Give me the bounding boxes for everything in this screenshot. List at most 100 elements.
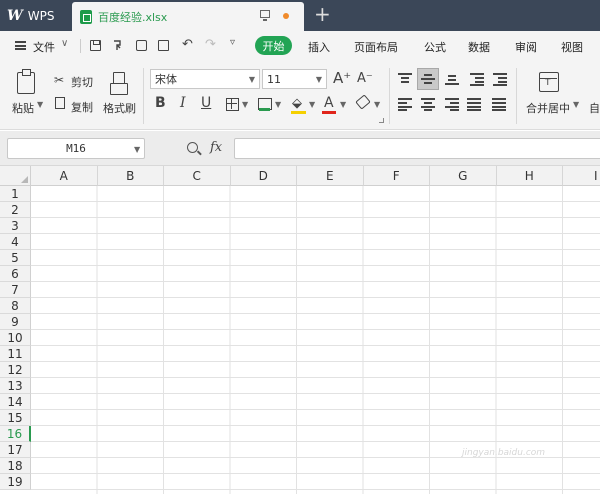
italic-button[interactable]: I xyxy=(180,95,186,111)
format-painter-button[interactable]: 格式刷 xyxy=(103,100,136,116)
font-color-button[interactable]: A xyxy=(324,95,334,111)
align-left-icon[interactable] xyxy=(398,98,412,111)
row-header[interactable]: 7 xyxy=(0,282,31,298)
font-name-select[interactable]: 宋体 ▼ xyxy=(150,69,260,89)
distributed-align-icon[interactable] xyxy=(492,98,506,111)
align-top-icon[interactable] xyxy=(398,73,412,85)
column-header[interactable]: F xyxy=(363,166,430,186)
merge-cells-icon[interactable] xyxy=(539,72,559,92)
menu-insert[interactable]: 插入 xyxy=(308,39,330,55)
column-header[interactable]: B xyxy=(97,166,164,186)
undo-icon[interactable]: ↶ xyxy=(182,37,193,52)
select-all-corner[interactable] xyxy=(0,166,31,186)
quick-access-more-icon[interactable]: ▿ xyxy=(230,37,235,48)
row-header[interactable]: 16 xyxy=(0,426,31,442)
auto-wrap-button[interactable]: 自 xyxy=(589,100,600,116)
menu-file[interactable]: 文件 xyxy=(33,39,55,55)
column-header[interactable]: D xyxy=(230,166,297,186)
row-header[interactable]: 5 xyxy=(0,250,31,266)
font-size-select[interactable]: 11 ▼ xyxy=(262,69,327,89)
increase-indent-icon[interactable] xyxy=(493,73,507,86)
chevron-down-icon[interactable]: ▼ xyxy=(309,100,315,109)
justify-icon[interactable] xyxy=(467,98,481,111)
row-header[interactable]: 15 xyxy=(0,410,31,426)
chevron-down-icon: ▼ xyxy=(315,75,322,84)
row-header[interactable]: 9 xyxy=(0,314,31,330)
borders-icon[interactable] xyxy=(226,98,239,111)
menu-view[interactable]: 视图 xyxy=(561,39,583,55)
search-function-icon[interactable] xyxy=(187,142,198,153)
wps-home-tab[interactable]: W WPS xyxy=(0,0,70,31)
row-header[interactable]: 10 xyxy=(0,330,31,346)
row-header[interactable]: 8 xyxy=(0,298,31,314)
decrease-indent-icon[interactable] xyxy=(470,73,484,86)
formula-input[interactable] xyxy=(234,138,600,159)
print-icon[interactable] xyxy=(136,40,147,51)
row-header[interactable]: 2 xyxy=(0,202,31,218)
row-header[interactable]: 11 xyxy=(0,346,31,362)
save-icon[interactable] xyxy=(90,40,101,51)
underline-button[interactable]: U xyxy=(201,95,211,111)
insert-function-button[interactable]: fx xyxy=(210,140,222,155)
redo-icon[interactable]: ↷ xyxy=(205,37,216,52)
menu-start[interactable]: 开始 xyxy=(255,36,292,55)
increase-font-size-button[interactable]: A⁺ xyxy=(333,69,351,87)
scissors-icon[interactable]: ✂ xyxy=(54,73,64,87)
document-tab[interactable]: 百度经验.xlsx xyxy=(72,2,304,31)
menu-review[interactable]: 审阅 xyxy=(515,39,537,55)
name-box[interactable]: M16 xyxy=(7,138,145,159)
row-header[interactable]: 14 xyxy=(0,394,31,410)
column-header[interactable]: I xyxy=(563,166,600,186)
row-header[interactable]: 18 xyxy=(0,458,31,474)
bold-button[interactable]: B xyxy=(155,95,166,111)
chevron-down-icon[interactable]: ▼ xyxy=(573,100,579,109)
column-header[interactable]: A xyxy=(31,166,98,186)
menu-data[interactable]: 数据 xyxy=(468,39,490,55)
eraser-icon[interactable] xyxy=(355,94,371,110)
fill-color-icon[interactable]: ⬙ xyxy=(292,96,302,111)
copy-button[interactable]: 复制 xyxy=(71,99,93,115)
output-format-icon[interactable] xyxy=(113,40,124,51)
font-dialog-launcher-icon[interactable] xyxy=(379,118,384,123)
chevron-down-icon[interactable]: ∨ xyxy=(61,38,68,49)
row-header[interactable]: 12 xyxy=(0,362,31,378)
row-header[interactable]: 3 xyxy=(0,218,31,234)
align-bottom-icon[interactable] xyxy=(445,73,459,85)
menu-page-layout[interactable]: 页面布局 xyxy=(354,39,398,55)
monitor-icon[interactable] xyxy=(260,10,270,21)
chevron-down-icon[interactable]: ▼ xyxy=(374,100,380,109)
row-header[interactable]: 19 xyxy=(0,474,31,490)
clipboard-icon[interactable] xyxy=(17,69,35,94)
chevron-down-icon[interactable]: ▼ xyxy=(37,100,43,109)
row-header[interactable]: 1 xyxy=(0,186,31,202)
row-header[interactable]: 4 xyxy=(0,234,31,250)
align-center-icon[interactable] xyxy=(421,98,435,111)
copy-icon[interactable] xyxy=(55,97,65,109)
column-header[interactable]: G xyxy=(430,166,497,186)
row-header[interactable]: 13 xyxy=(0,378,31,394)
ribbon-toolbar: 粘贴 ▼ ✂ 剪切 复制 格式刷 宋体 ▼ 11 ▼ A⁺ A⁻ B I U ▼… xyxy=(0,60,600,130)
column-header[interactable]: C xyxy=(164,166,231,186)
column-header[interactable]: H xyxy=(496,166,563,186)
menu-formula[interactable]: 公式 xyxy=(424,39,446,55)
paste-button[interactable]: 粘贴 xyxy=(12,100,34,116)
unsaved-dot-icon xyxy=(283,13,289,19)
chevron-down-icon[interactable]: ▼ xyxy=(275,100,281,109)
hamburger-menu-icon[interactable] xyxy=(15,41,26,50)
merge-center-button[interactable]: 合并居中 xyxy=(526,100,570,116)
row-header[interactable]: 6 xyxy=(0,266,31,282)
chevron-down-icon[interactable]: ▼ xyxy=(242,100,248,109)
row-header[interactable]: 17 xyxy=(0,442,31,458)
column-header[interactable]: E xyxy=(297,166,364,186)
cell-style-icon[interactable] xyxy=(258,98,272,111)
cut-button[interactable]: 剪切 xyxy=(71,74,93,90)
chevron-down-icon[interactable]: ▼ xyxy=(134,145,140,154)
format-painter-icon[interactable] xyxy=(110,72,128,95)
decrease-font-size-button[interactable]: A⁻ xyxy=(357,71,373,86)
new-tab-button[interactable]: + xyxy=(314,2,331,26)
align-middle-icon xyxy=(421,73,435,85)
print-preview-icon[interactable] xyxy=(158,40,169,51)
align-middle-button[interactable] xyxy=(417,68,439,90)
chevron-down-icon[interactable]: ▼ xyxy=(340,100,346,109)
align-right-icon[interactable] xyxy=(445,98,459,111)
